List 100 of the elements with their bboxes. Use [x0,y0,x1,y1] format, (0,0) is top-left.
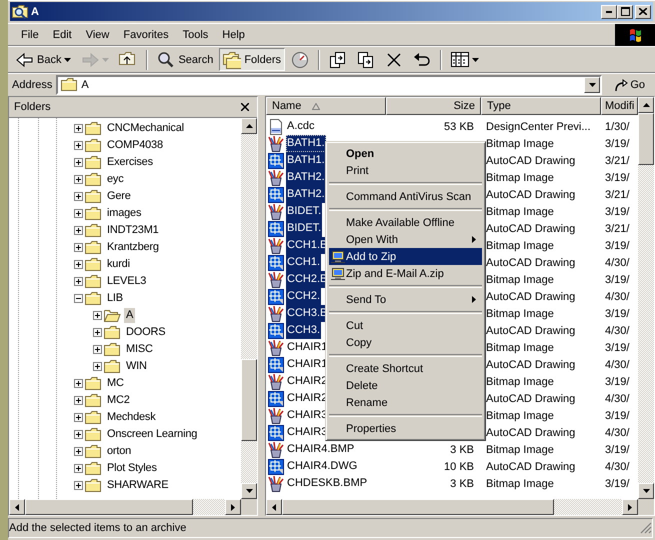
folder-tree-item[interactable]: Exercises [105,155,155,170]
menu-item[interactable]: Help [215,26,252,43]
search-button[interactable]: Search [153,48,218,72]
folder-tree-item[interactable]: Gere [105,189,133,204]
expand-icon[interactable] [74,464,83,473]
expand-icon[interactable] [93,328,102,337]
folder-tree-item[interactable]: Krantzberg [105,240,161,255]
menu-item[interactable]: Open [329,145,482,162]
file-name[interactable]: CCH2. [286,288,322,305]
expand-icon[interactable] [74,209,83,218]
scroll-down-button[interactable] [638,483,654,499]
maximize-button[interactable] [617,4,633,19]
folder-tree-item[interactable]: INDT23M1 [105,223,161,238]
scroll-down-button[interactable] [241,483,257,499]
expand-icon[interactable] [93,345,102,354]
folder-tree-item[interactable]: MISC [124,342,155,357]
menu-item[interactable]: Print [329,162,482,179]
scroll-left-button[interactable] [9,499,25,515]
menu-item[interactable]: Send To [329,291,482,308]
folder-tree-item[interactable]: orton [105,444,134,459]
file-name[interactable]: CHAIR4.BMP [286,441,356,458]
file-name[interactable]: BATH2. [286,169,326,186]
menu-item[interactable]: Zip and E-Mail A.zip [329,265,482,282]
scroll-up-button[interactable] [241,118,257,134]
file-name[interactable]: BATH2. [286,186,326,203]
address-field[interactable]: A [56,74,602,95]
menu-item[interactable]: File [14,26,46,43]
scrollbar-thumb[interactable] [282,499,554,515]
menu-item[interactable]: Tools [176,26,216,43]
expand-icon[interactable] [74,175,83,184]
folder-tree-item[interactable]: WIN [124,359,149,374]
file-name[interactable]: BIDET. [286,203,322,220]
folder-tree-item[interactable]: Mechdesk [105,410,158,425]
expand-icon[interactable] [74,260,83,269]
menu-item[interactable]: Copy [329,334,482,351]
menu-item[interactable]: Delete [329,377,482,394]
minimize-button[interactable] [601,4,617,19]
scrollbar-thumb[interactable] [638,113,654,165]
expand-icon[interactable] [74,124,83,133]
menu-item[interactable]: Make Available Offline [329,214,482,231]
expand-icon[interactable] [74,447,83,456]
folder-tree-item[interactable]: kurdi [105,257,132,272]
scroll-up-button[interactable] [638,97,654,113]
folder-tree-item[interactable]: COMP4038 [105,138,165,153]
expand-icon[interactable] [93,311,102,320]
file-name[interactable]: BATH1. [286,152,326,169]
column-header[interactable]: Name [266,97,386,115]
close-pane-button[interactable] [239,101,251,113]
folder-tree-item[interactable]: MC [105,376,126,391]
expand-icon[interactable] [74,243,83,252]
scroll-right-button[interactable] [622,499,638,515]
expand-icon[interactable] [74,396,83,405]
file-name[interactable]: CHAIR1 [286,356,328,373]
menu-item[interactable]: View [78,26,116,43]
menu-item[interactable]: Properties [329,420,482,437]
folder-tree-item[interactable]: CNCMechanical [105,121,186,136]
scrollbar-thumb[interactable] [25,499,193,515]
file-name[interactable]: CHAIR4.DWG [286,458,358,475]
folder-tree-item[interactable]: MC2 [105,393,132,408]
go-button[interactable]: Go [606,74,651,96]
folder-tree-item[interactable]: DOORS [124,325,168,340]
expand-icon[interactable] [74,379,83,388]
file-name[interactable]: BIDET. [286,220,322,237]
expand-icon[interactable] [74,481,83,490]
file-name[interactable]: A.cdc [286,118,316,135]
folder-tree-item[interactable]: eyc [105,172,126,187]
expand-icon[interactable] [74,277,83,286]
column-header[interactable]: Modifi [601,97,638,115]
expand-icon[interactable] [93,362,102,371]
folder-tree-item[interactable]: LIB [105,291,125,306]
folders-button[interactable]: Folders [219,48,286,72]
expand-icon[interactable] [74,158,83,167]
file-name[interactable]: CHDESKB.BMP [286,475,368,492]
expand-icon[interactable] [74,192,83,201]
file-name[interactable]: CHAIR1 [286,339,328,356]
menu-item[interactable]: Add to Zip [329,248,482,265]
folder-tree-item[interactable]: images [105,206,144,221]
column-header[interactable]: Type [481,97,601,115]
scrollbar-thumb[interactable] [241,359,257,441]
back-button[interactable]: Back [12,48,76,72]
menu-item[interactable]: Create Shortcut [329,360,482,377]
expand-icon[interactable] [74,141,83,150]
menu-item[interactable]: Edit [46,26,79,43]
menu-item[interactable]: Cut [329,317,482,334]
expand-icon[interactable] [74,413,83,422]
collapse-icon[interactable] [74,294,83,303]
file-name[interactable]: BATH1. [286,135,326,152]
folder-tree-item[interactable]: SHARWARE [105,478,170,493]
file-name[interactable]: CCH1. [286,254,322,271]
expand-icon[interactable] [74,430,83,439]
close-button[interactable] [635,4,651,19]
scroll-left-button[interactable] [266,499,282,515]
folder-tree-item[interactable]: Plot Styles [105,461,159,476]
folder-tree-item[interactable]: LEVEL3 [105,274,148,289]
menu-item[interactable]: Open With [329,231,482,248]
menu-item[interactable]: Rename [329,394,482,411]
column-header[interactable]: Size [386,97,481,115]
folder-tree-item[interactable]: Onscreen Learning [105,427,200,442]
expand-icon[interactable] [74,226,83,235]
menu-item[interactable]: Command AntiVirus Scan [329,188,482,205]
